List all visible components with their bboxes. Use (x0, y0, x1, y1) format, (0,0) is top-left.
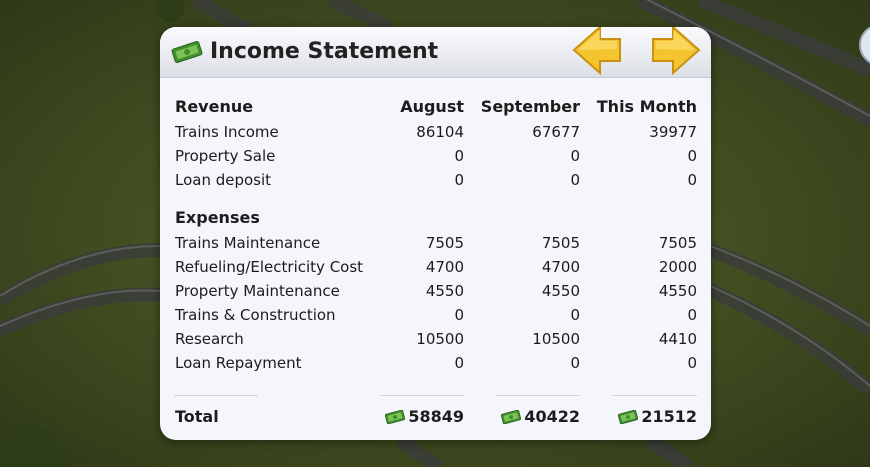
row-value-september: 10500 (532, 330, 580, 348)
row-value-this-month: 0 (687, 171, 697, 189)
total-value: 21512 (641, 407, 697, 426)
row-value-september: 0 (570, 171, 580, 189)
arrow-left-icon[interactable] (570, 27, 624, 79)
row-value-august: 10500 (416, 330, 464, 348)
row-label: Property Sale (175, 147, 276, 165)
row-label: Property Maintenance (175, 282, 340, 300)
total-september: 40422 (501, 408, 580, 426)
row-value-september: 0 (570, 354, 580, 372)
revenue-heading: Revenue (175, 97, 254, 116)
row-value-august: 0 (454, 147, 464, 165)
row-value-august: 0 (454, 306, 464, 324)
column-header-september: September (480, 97, 580, 116)
money-icon (501, 410, 522, 424)
money-icon (171, 41, 203, 63)
row-value-september: 0 (570, 306, 580, 324)
window-title: Income Statement (210, 39, 439, 64)
total-value: 40422 (524, 407, 580, 426)
row-label: Refueling/Electricity Cost (175, 258, 364, 276)
income-statement-panel: Income Statement Revenue August Septembe… (160, 27, 711, 440)
row-value-september: 4700 (541, 258, 580, 276)
row-value-september: 4550 (541, 282, 580, 300)
row-value-this-month: 39977 (649, 123, 697, 141)
row-label: Research (175, 330, 244, 348)
arrow-right-icon[interactable] (649, 27, 703, 79)
row-value-august: 7505 (425, 234, 464, 252)
row-value-august: 86104 (416, 123, 464, 141)
row-value-september: 67677 (532, 123, 580, 141)
total-divider (496, 395, 580, 396)
total-this-month: 21512 (618, 408, 697, 426)
row-value-september: 7505 (541, 234, 580, 252)
row-value-this-month: 7505 (658, 234, 697, 252)
row-value-this-month: 0 (687, 354, 697, 372)
row-value-this-month: 2000 (658, 258, 697, 276)
row-value-this-month: 0 (687, 306, 697, 324)
row-value-august: 4700 (425, 258, 464, 276)
total-label: Total (175, 407, 219, 426)
row-value-this-month: 4550 (658, 282, 697, 300)
money-icon (618, 410, 639, 424)
row-label: Loan deposit (175, 171, 272, 189)
panel-header: Income Statement (160, 27, 711, 78)
row-value-september: 0 (570, 147, 580, 165)
row-value-august: 4550 (425, 282, 464, 300)
row-label: Trains & Construction (175, 306, 336, 324)
row-label: Trains Maintenance (175, 234, 321, 252)
expenses-heading: Expenses (175, 208, 260, 227)
column-header-august: August (400, 97, 464, 116)
total-divider (613, 395, 697, 396)
total-divider (174, 395, 258, 396)
row-label: Trains Income (175, 123, 279, 141)
row-value-august: 0 (454, 354, 464, 372)
row-value-this-month: 4410 (658, 330, 697, 348)
row-value-august: 0 (454, 171, 464, 189)
row-value-this-month: 0 (687, 147, 697, 165)
money-icon (385, 410, 406, 424)
total-divider (380, 395, 464, 396)
total-value: 58849 (408, 407, 464, 426)
total-august: 58849 (385, 408, 464, 426)
column-header-this-month: This Month (596, 97, 697, 116)
row-label: Loan Repayment (175, 354, 302, 372)
